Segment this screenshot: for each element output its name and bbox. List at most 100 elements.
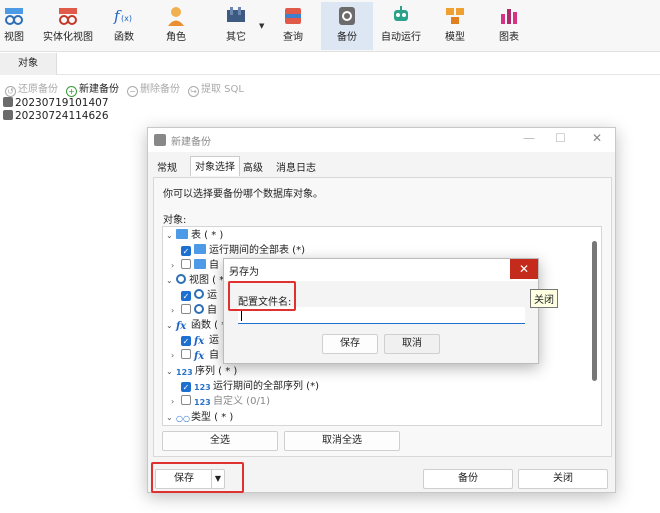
tree-node-views[interactable]: ⌄ 视图 ( * — [166, 274, 224, 288]
tree-node-sequences-custom[interactable]: › 123 自定义 (0/1) — [171, 395, 270, 409]
close-button[interactable]: 关闭 — [518, 469, 608, 489]
tree-node-tables-all[interactable]: ✓ 运行期间的全部表 (*) — [181, 244, 305, 258]
delete-backup-button[interactable]: − 删除备份 — [127, 80, 180, 97]
backup-file-icon — [3, 110, 13, 120]
chevron-down-icon[interactable]: ⌄ — [166, 365, 176, 379]
tree-label: 表 ( * ) — [191, 230, 224, 241]
restore-backup-label: 还原备份 — [18, 84, 58, 95]
close-tooltip: 关闭 — [530, 289, 558, 308]
dialog-title: 新建备份 — [171, 137, 211, 148]
toolbar-other-button[interactable]: 其它 — [216, 2, 256, 50]
new-backup-label: 新建备份 — [79, 84, 119, 95]
extract-sql-button[interactable]: ↪ 提取 SQL — [188, 80, 244, 97]
list-item[interactable]: 20230724114626 — [3, 110, 109, 123]
tab-object-selection[interactable]: 对象选择 — [190, 156, 240, 176]
checkbox[interactable] — [181, 395, 191, 405]
backup-name: 20230724114626 — [15, 110, 109, 122]
toolbar-view-button[interactable]: 视图 — [0, 2, 28, 50]
tree-node-functions-custom[interactable]: › fx 自 — [171, 349, 219, 363]
checkbox[interactable]: ✓ — [181, 382, 191, 392]
scrollbar[interactable] — [592, 241, 597, 381]
tools-icon — [227, 7, 245, 22]
tree-node-tables-custom[interactable]: › 自 — [171, 259, 219, 273]
toolbar-other-label: 其它 — [226, 32, 246, 43]
toolbar-query-button[interactable]: 查询 — [273, 2, 313, 50]
list-item[interactable]: 20230719101407 — [3, 97, 109, 110]
tree-label: 自定义 (0/1) — [213, 396, 271, 407]
checkbox[interactable] — [181, 259, 191, 269]
function-icon: fx — [194, 351, 205, 362]
tab-general[interactable]: 常规 — [153, 158, 181, 175]
chevron-right-icon[interactable]: › — [171, 259, 181, 273]
checkbox[interactable] — [181, 304, 191, 314]
model-icon — [446, 8, 464, 24]
toolbar-role-label: 角色 — [166, 32, 186, 43]
tree-node-sequences-all[interactable]: ✓ 123 运行期间的全部序列 (*) — [181, 380, 319, 394]
tree-label: 运 — [209, 335, 219, 346]
tree-label: 自 — [209, 260, 219, 271]
chevron-right-icon[interactable]: › — [171, 349, 181, 363]
tree-label: 自 — [207, 305, 217, 316]
plus-icon: + — [66, 86, 77, 97]
checkbox[interactable]: ✓ — [181, 336, 191, 346]
toolbar-automation-button[interactable]: 自动运行 — [381, 2, 421, 50]
close-icon[interactable]: ✕ — [510, 259, 538, 279]
toolbar-chart-button[interactable]: 图表 — [489, 2, 529, 50]
toolbar-function-button[interactable]: f (x) 函数 — [104, 2, 144, 50]
toolbar-backup-label: 备份 — [337, 32, 357, 43]
chevron-down-icon[interactable]: ⌄ — [166, 229, 176, 243]
table-icon — [194, 259, 206, 269]
minimize-icon[interactable]: — — [523, 131, 535, 145]
tree-node-views-custom[interactable]: › 自 — [171, 304, 217, 318]
highlight-box — [228, 281, 296, 311]
tab-objects[interactable]: 对象 — [0, 53, 57, 75]
close-icon[interactable]: ✕ — [592, 131, 602, 145]
toolbar-role-button[interactable]: 角色 — [156, 2, 196, 50]
restore-backup-button[interactable]: ↺ 还原备份 — [5, 80, 58, 97]
save-as-titlebar: 另存为 ✕ — [224, 259, 538, 281]
tree-node-functions[interactable]: ⌄ fx 函数 ( * — [166, 319, 226, 333]
tree-node-types[interactable]: ⌄ ○○类型 ( * ) — [166, 411, 233, 425]
backup-button[interactable]: 备份 — [423, 469, 513, 489]
cancel-button[interactable]: 取消 — [384, 334, 440, 354]
toolbar-backup-button[interactable]: 备份 — [321, 2, 373, 50]
deselect-all-button[interactable]: 取消全选 — [284, 431, 400, 451]
new-backup-button[interactable]: + 新建备份 — [66, 80, 119, 97]
maximize-icon[interactable]: ☐ — [555, 131, 566, 145]
chevron-down-icon[interactable]: ⌄ — [166, 319, 176, 333]
checkbox[interactable]: ✓ — [181, 246, 191, 256]
table-icon — [176, 229, 188, 239]
toolbar-materialized-view-button[interactable]: 实体化视图 — [40, 2, 96, 50]
function-icon: fx — [194, 336, 205, 347]
tab-message-log[interactable]: 消息日志 — [272, 158, 320, 175]
tab-advanced[interactable]: 高级 — [239, 158, 267, 175]
tree-node-sequences[interactable]: ⌄ 123 序列 ( * ) — [166, 365, 237, 379]
toolbar-model-button[interactable]: 模型 — [435, 2, 475, 50]
chevron-right-icon[interactable]: › — [171, 304, 181, 318]
text-caret — [241, 310, 242, 321]
view-icon — [194, 304, 204, 314]
tree-label: 运行期间的全部表 (*) — [209, 245, 305, 256]
save-as-title: 另存为 — [229, 267, 259, 278]
svg-text:(x): (x) — [121, 14, 132, 23]
view-icon — [194, 289, 204, 299]
chevron-down-icon[interactable]: ⌄ — [166, 274, 176, 288]
tree-node-tables[interactable]: ⌄ 表 ( * ) — [166, 229, 223, 243]
robot-icon — [394, 6, 408, 21]
chevron-down-icon[interactable]: ▼ — [259, 22, 264, 30]
checkbox[interactable]: ✓ — [181, 291, 191, 301]
chevron-down-icon[interactable]: ⌄ — [166, 411, 176, 425]
table-icon — [194, 244, 206, 254]
select-all-button[interactable]: 全选 — [162, 431, 278, 451]
tree-node-functions-all[interactable]: ✓ fx 运 — [181, 334, 219, 348]
checkbox[interactable] — [181, 349, 191, 359]
toolbar-view-label: 视图 — [4, 32, 24, 43]
view-icon — [5, 8, 23, 25]
restore-icon: ↺ — [5, 86, 16, 97]
sequence-icon: 123 — [194, 398, 211, 407]
tree-label: 运行期间的全部序列 (*) — [213, 381, 319, 392]
tree-node-views-all[interactable]: ✓ 运 — [181, 289, 217, 303]
chevron-right-icon[interactable]: › — [171, 395, 181, 409]
toolbar-automation-label: 自动运行 — [381, 32, 421, 43]
save-button[interactable]: 保存 — [322, 334, 378, 354]
